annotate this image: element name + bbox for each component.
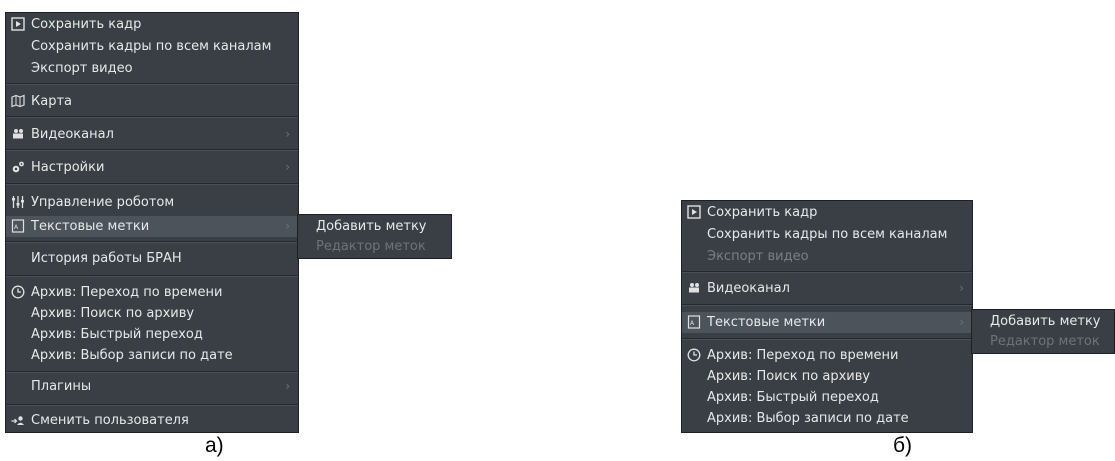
chevron-right-icon: ›: [285, 127, 290, 141]
menu-item-video-channel[interactable]: Видеоканал ›: [682, 279, 972, 298]
submenu-item-mark-editor: Редактор меток: [990, 334, 1100, 349]
menu-item-save-frames-all[interactable]: Сохранить кадры по всем каналам: [682, 225, 972, 244]
caption-a: а): [205, 434, 224, 457]
separator: [682, 338, 972, 340]
submenu-item-add-mark[interactable]: Добавить метку: [972, 312, 1114, 331]
menu-item-save-frame[interactable]: Сохранить кадр: [682, 203, 972, 222]
menu-item-plugins[interactable]: Плагины ›: [6, 377, 298, 396]
film-frame-icon: [11, 17, 25, 31]
text-mark-icon: A: [687, 315, 701, 329]
menu-item-archive-search[interactable]: Архив: Поиск по архиву: [6, 304, 298, 323]
switch-user-icon: [11, 416, 24, 425]
film-frame-icon: [687, 205, 701, 219]
separator: [6, 83, 298, 85]
menu-item-settings[interactable]: Настройки ›: [6, 158, 298, 177]
menu-item-archive-search[interactable]: Архив: Поиск по архиву: [682, 367, 972, 386]
chevron-right-icon: ›: [285, 160, 290, 174]
separator: [6, 241, 298, 243]
separator: [6, 371, 298, 373]
camera-icon: [13, 129, 23, 139]
submenu-item-add-mark[interactable]: Добавить метку: [298, 217, 451, 236]
menu-item-save-frames-all[interactable]: Сохранить кадры по всем каналам: [6, 37, 298, 56]
menu-item-text-marks[interactable]: A Текстовые метки ›: [6, 216, 298, 237]
chevron-right-icon: ›: [959, 281, 964, 295]
separator: [6, 149, 298, 151]
menu-item-archive-time[interactable]: Архив: Переход по времени: [6, 283, 298, 302]
camera-icon: [689, 283, 699, 293]
menu-item-history[interactable]: История работы БРАН: [6, 249, 298, 268]
menu-item-archive-fast[interactable]: Архив: Быстрый переход: [682, 388, 972, 407]
chevron-right-icon: ›: [285, 219, 290, 233]
context-menu-a: Сохранить кадр Сохранить кадры по всем к…: [5, 12, 299, 433]
submenu-text-marks-a: Добавить метку Редактор меток: [297, 214, 452, 259]
menu-item-export-video[interactable]: Экспорт видео: [6, 59, 298, 78]
menu-item-video-channel[interactable]: Видеоканал ›: [6, 125, 298, 144]
menu-item-archive-date[interactable]: Архив: Выбор записи по дате: [682, 409, 972, 428]
menu-item-change-user[interactable]: Сменить пользователя: [6, 411, 298, 430]
svg-text:A: A: [14, 224, 19, 231]
context-menu-b: Сохранить кадр Сохранить кадры по всем к…: [681, 200, 973, 433]
submenu-item-mark-editor: Редактор меток: [316, 239, 426, 254]
clock-icon: [687, 348, 701, 362]
caption-b: б): [893, 434, 913, 457]
menu-item-archive-date[interactable]: Архив: Выбор записи по дате: [6, 346, 298, 365]
submenu-text-marks-b: Добавить метку Редактор меток: [971, 309, 1115, 354]
separator: [6, 116, 298, 118]
map-icon: [11, 94, 25, 108]
menu-item-text-marks[interactable]: A Текстовые метки ›: [682, 312, 972, 333]
chevron-right-icon: ›: [959, 315, 964, 329]
gears-icon: [12, 161, 24, 173]
menu-item-archive-time[interactable]: Архив: Переход по времени: [682, 346, 972, 365]
menu-item-robot-control[interactable]: Управление роботом: [6, 193, 298, 212]
sliders-icon: [12, 196, 24, 208]
menu-item-export-video: Экспорт видео: [707, 249, 809, 264]
separator: [6, 183, 298, 185]
separator: [682, 304, 972, 306]
text-mark-icon: A: [11, 219, 25, 233]
svg-text:A: A: [690, 320, 695, 327]
menu-item-save-frame[interactable]: Сохранить кадр: [6, 15, 298, 34]
chevron-right-icon: ›: [285, 379, 290, 393]
separator: [682, 271, 972, 273]
separator: [6, 275, 298, 277]
separator: [6, 404, 298, 406]
menu-item-archive-fast[interactable]: Архив: Быстрый переход: [6, 325, 298, 344]
clock-icon: [11, 285, 25, 299]
menu-item-map[interactable]: Карта: [6, 92, 298, 111]
